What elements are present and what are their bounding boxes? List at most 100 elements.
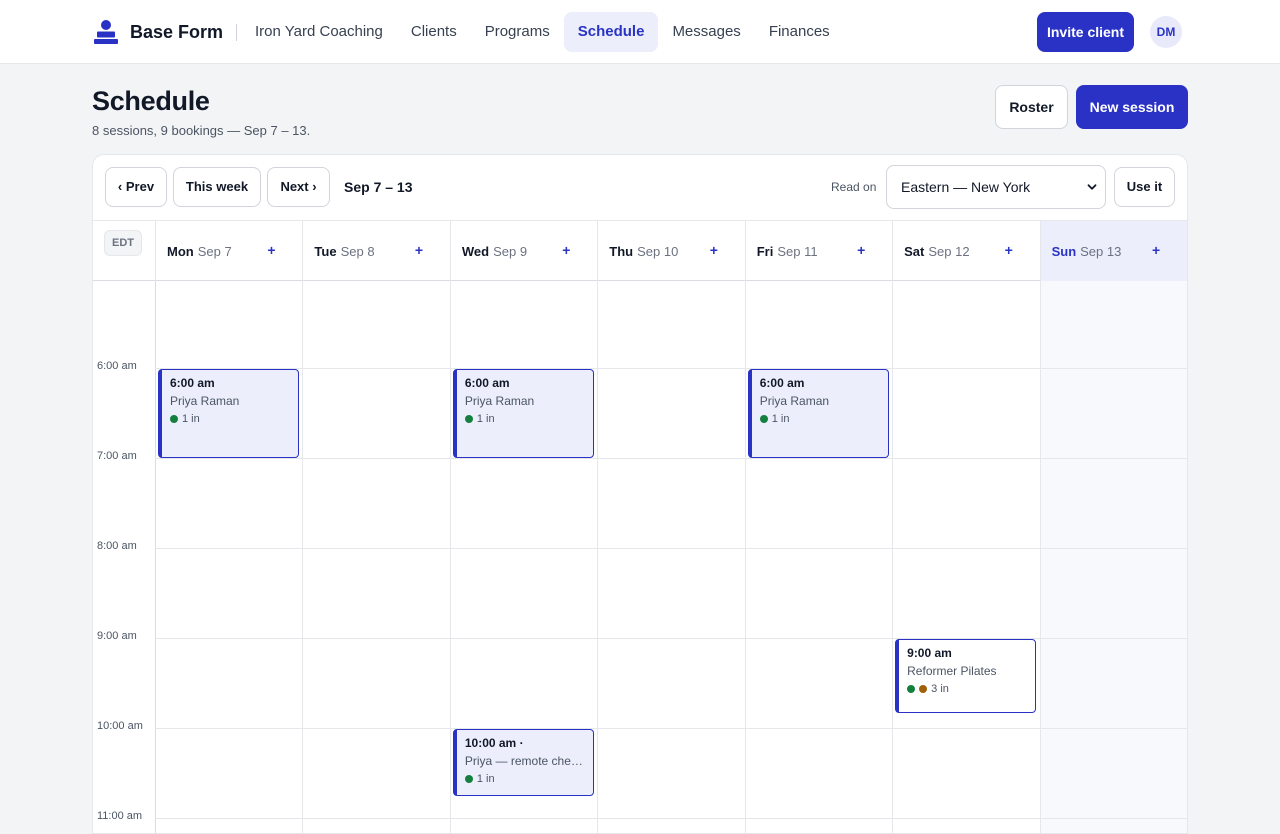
day-date: Sep 12 xyxy=(928,244,970,259)
day-column-sun[interactable] xyxy=(1039,281,1187,833)
brand[interactable]: Base Form xyxy=(93,18,223,46)
calendar-panel: ‹ Prev This week Next › Sep 7 – 13 Read … xyxy=(92,154,1188,834)
this-week-button[interactable]: This week xyxy=(173,167,261,207)
nav-item-schedule[interactable]: Schedule xyxy=(563,12,659,52)
day-date: Sep 7 xyxy=(197,244,232,259)
hour-label: 8:00 am xyxy=(97,540,137,552)
day-header-label: Fri Sep 11 xyxy=(757,244,818,259)
day-name: Wed xyxy=(461,244,490,259)
status-dot-icon xyxy=(464,415,473,423)
brand-divider xyxy=(236,24,237,41)
session-attendance: 3 in xyxy=(907,682,1035,696)
hour-gridline xyxy=(155,458,1187,459)
new-session-button[interactable]: New session xyxy=(1076,85,1188,129)
add-session-wed-button[interactable]: + xyxy=(562,242,570,258)
add-session-sat-button[interactable]: + xyxy=(1005,242,1013,258)
session-event[interactable]: 6:00 am Priya Raman 1 in xyxy=(452,369,594,458)
add-session-tue-button[interactable]: + xyxy=(415,242,423,258)
timezone-badge: EDT xyxy=(104,230,142,256)
status-dot-icon xyxy=(170,415,178,423)
nav-item-finances[interactable]: Finances xyxy=(755,12,844,52)
add-session-sun-button[interactable]: + xyxy=(1152,242,1160,258)
session-title: Reformer Pilates xyxy=(907,664,997,678)
day-header-mon: Mon Sep 7 + xyxy=(155,221,302,281)
day-date: Sep 11 xyxy=(777,244,818,259)
day-header-wed: Wed Sep 9 + xyxy=(449,221,597,281)
timezone-select[interactable]: Eastern — New York xyxy=(886,165,1106,209)
hour-label: 11:00 am xyxy=(97,810,143,822)
nav-item-clients[interactable]: Clients xyxy=(397,12,471,52)
day-header-sun: Sun Sep 13 + xyxy=(1039,221,1187,281)
hour-label: 10:00 am xyxy=(97,720,143,732)
day-column-thu[interactable] xyxy=(597,281,744,833)
session-count: 1 in xyxy=(182,413,200,425)
day-column-sat[interactable] xyxy=(892,281,1039,833)
page-title: Schedule xyxy=(92,86,210,116)
day-name: Sat xyxy=(904,244,925,259)
status-dot-icon xyxy=(759,415,768,423)
calendar-grid: 5:00 am 6:00 am 7:00 am 8:00 am 9:00 am 10:00… xyxy=(93,281,1187,833)
session-event[interactable]: 10:00 am · Priya — remote check-in 1 in xyxy=(452,729,594,796)
day-header-label: Sat Sep 12 xyxy=(904,244,969,259)
user-avatar[interactable]: DM xyxy=(1150,16,1182,48)
session-title: Priya — remote check-in xyxy=(464,754,593,768)
day-header-sat: Sat Sep 12 + xyxy=(892,221,1039,281)
chevron-down-icon xyxy=(1087,184,1097,190)
session-event[interactable]: 6:00 am Priya Raman 1 in xyxy=(158,369,299,458)
calendar-day-header: EDT Mon Sep 7 + Tue Sep 8 + Wed Sep 9 + Thu Sep 10… xyxy=(93,220,1187,281)
day-column-fri[interactable] xyxy=(744,281,892,833)
day-name: Sun xyxy=(1051,244,1077,259)
day-header-label: Sun Sep 13 xyxy=(1052,244,1122,259)
session-attendance: 1 in xyxy=(759,412,888,426)
hour-label: 7:00 am xyxy=(97,450,137,462)
session-time: 10:00 am · xyxy=(464,736,524,750)
session-count: 1 in xyxy=(476,773,495,785)
session-attendance: 1 in xyxy=(464,412,593,426)
session-count: 1 in xyxy=(771,413,790,425)
session-time: 6:00 am xyxy=(170,376,215,390)
session-event[interactable]: 9:00 am Reformer Pilates 3 in xyxy=(895,639,1037,713)
add-session-thu-button[interactable]: + xyxy=(710,242,718,258)
day-header-thu: Thu Sep 10 + xyxy=(597,221,744,281)
day-header-fri: Fri Sep 11 + xyxy=(744,221,892,281)
top-navigation-bar: Base Form Iron Yard Coaching Clients Progr… xyxy=(0,0,1280,64)
session-title: Priya Raman xyxy=(170,394,240,408)
hour-gridline xyxy=(155,728,1187,729)
brand-name: Base Form xyxy=(130,21,224,42)
hour-label: 9:00 am xyxy=(97,630,137,642)
add-session-fri-button[interactable]: + xyxy=(857,242,865,258)
day-header-label: Mon Sep 7 xyxy=(167,244,232,259)
timezone-select-value: Eastern — New York xyxy=(901,179,1031,195)
hour-label: 5:00 am xyxy=(97,281,137,282)
nav-item-iron-yard-coaching[interactable]: Iron Yard Coaching xyxy=(241,12,397,52)
read-on-label: Read on xyxy=(831,180,877,194)
next-week-button[interactable]: Next › xyxy=(267,167,330,207)
nav-item-programs[interactable]: Programs xyxy=(471,12,564,52)
day-header-tue: Tue Sep 8 + xyxy=(302,221,449,281)
session-count: 1 in xyxy=(476,413,495,425)
session-time: 9:00 am xyxy=(907,646,952,660)
status-dot-icon xyxy=(464,775,473,783)
day-date: Sep 10 xyxy=(637,244,679,259)
day-date: Sep 8 xyxy=(340,244,375,259)
day-column-tue[interactable] xyxy=(302,281,449,833)
add-session-mon-button[interactable]: + xyxy=(267,242,275,258)
logo-icon xyxy=(94,20,118,44)
prev-week-button[interactable]: ‹ Prev xyxy=(105,167,167,207)
hour-gridline xyxy=(155,818,1187,819)
roster-button[interactable]: Roster xyxy=(995,85,1068,129)
page-subtitle: 8 sessions, 9 bookings — Sep 7 – 13. xyxy=(92,123,311,138)
week-range-label: Sep 7 – 13 xyxy=(344,179,413,195)
session-attendance: 1 in xyxy=(464,772,593,786)
day-column-mon[interactable] xyxy=(155,281,302,833)
day-name: Tue xyxy=(314,244,337,259)
session-time: 6:00 am xyxy=(759,376,805,390)
main-nav: Iron Yard Coaching Clients Programs Schedul… xyxy=(241,12,844,52)
session-event[interactable]: 6:00 am Priya Raman 1 in xyxy=(747,369,889,458)
status-dot-icon xyxy=(907,685,916,693)
nav-item-messages[interactable]: Messages xyxy=(658,12,754,52)
invite-client-button[interactable]: Invite client xyxy=(1037,12,1134,52)
use-it-button[interactable]: Use it xyxy=(1114,167,1175,207)
session-attendance: 1 in xyxy=(170,412,298,426)
day-name: Fri xyxy=(756,244,774,259)
